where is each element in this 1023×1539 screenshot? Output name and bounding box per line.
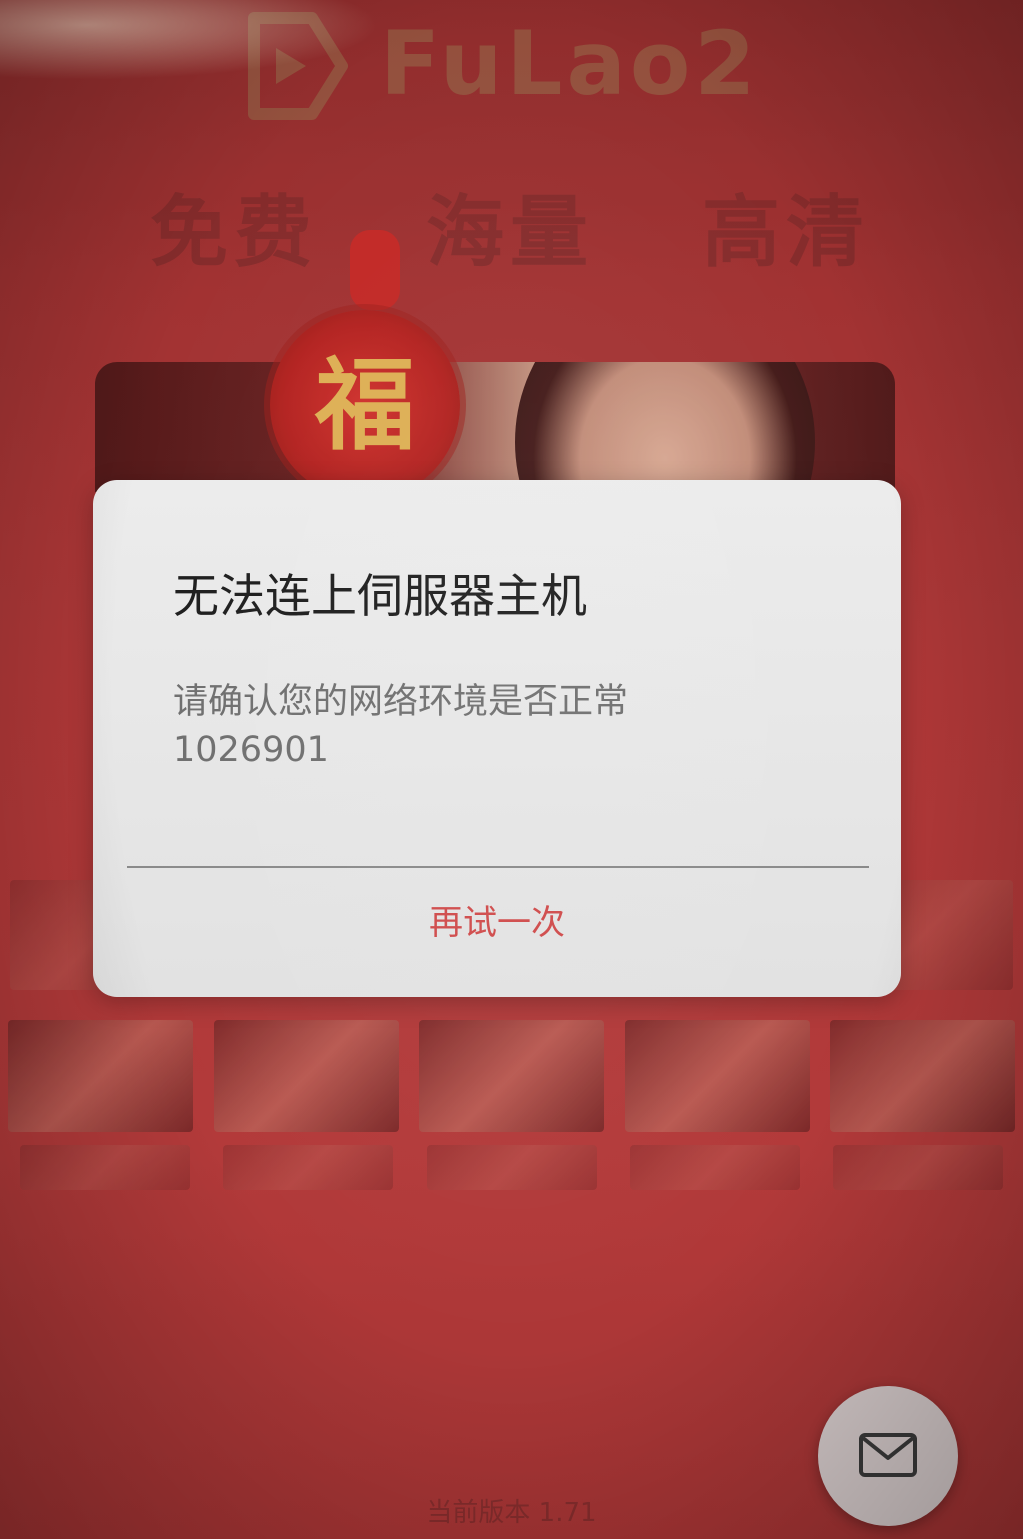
dialog-message: 请确认您的网络环境是否正常 1026901 xyxy=(173,678,628,774)
error-code: 1026901 xyxy=(173,730,329,770)
retry-button[interactable]: 再试一次 xyxy=(93,870,901,980)
mail-button[interactable] xyxy=(818,1386,958,1526)
dialog-divider xyxy=(127,866,869,868)
dialog-message-line: 请确认您的网络环境是否正常 xyxy=(173,682,629,722)
dialog-title: 无法连上伺服器主机 xyxy=(173,569,587,623)
mail-icon xyxy=(859,1433,917,1477)
error-dialog: 无法连上伺服器主机 请确认您的网络环境是否正常 1026901 再试一次 xyxy=(93,480,901,997)
app-screen: FuLao2 免费 海量 高清 福 无法连上伺服器主机 请确认您的网络环境是否正… xyxy=(0,0,1023,1539)
